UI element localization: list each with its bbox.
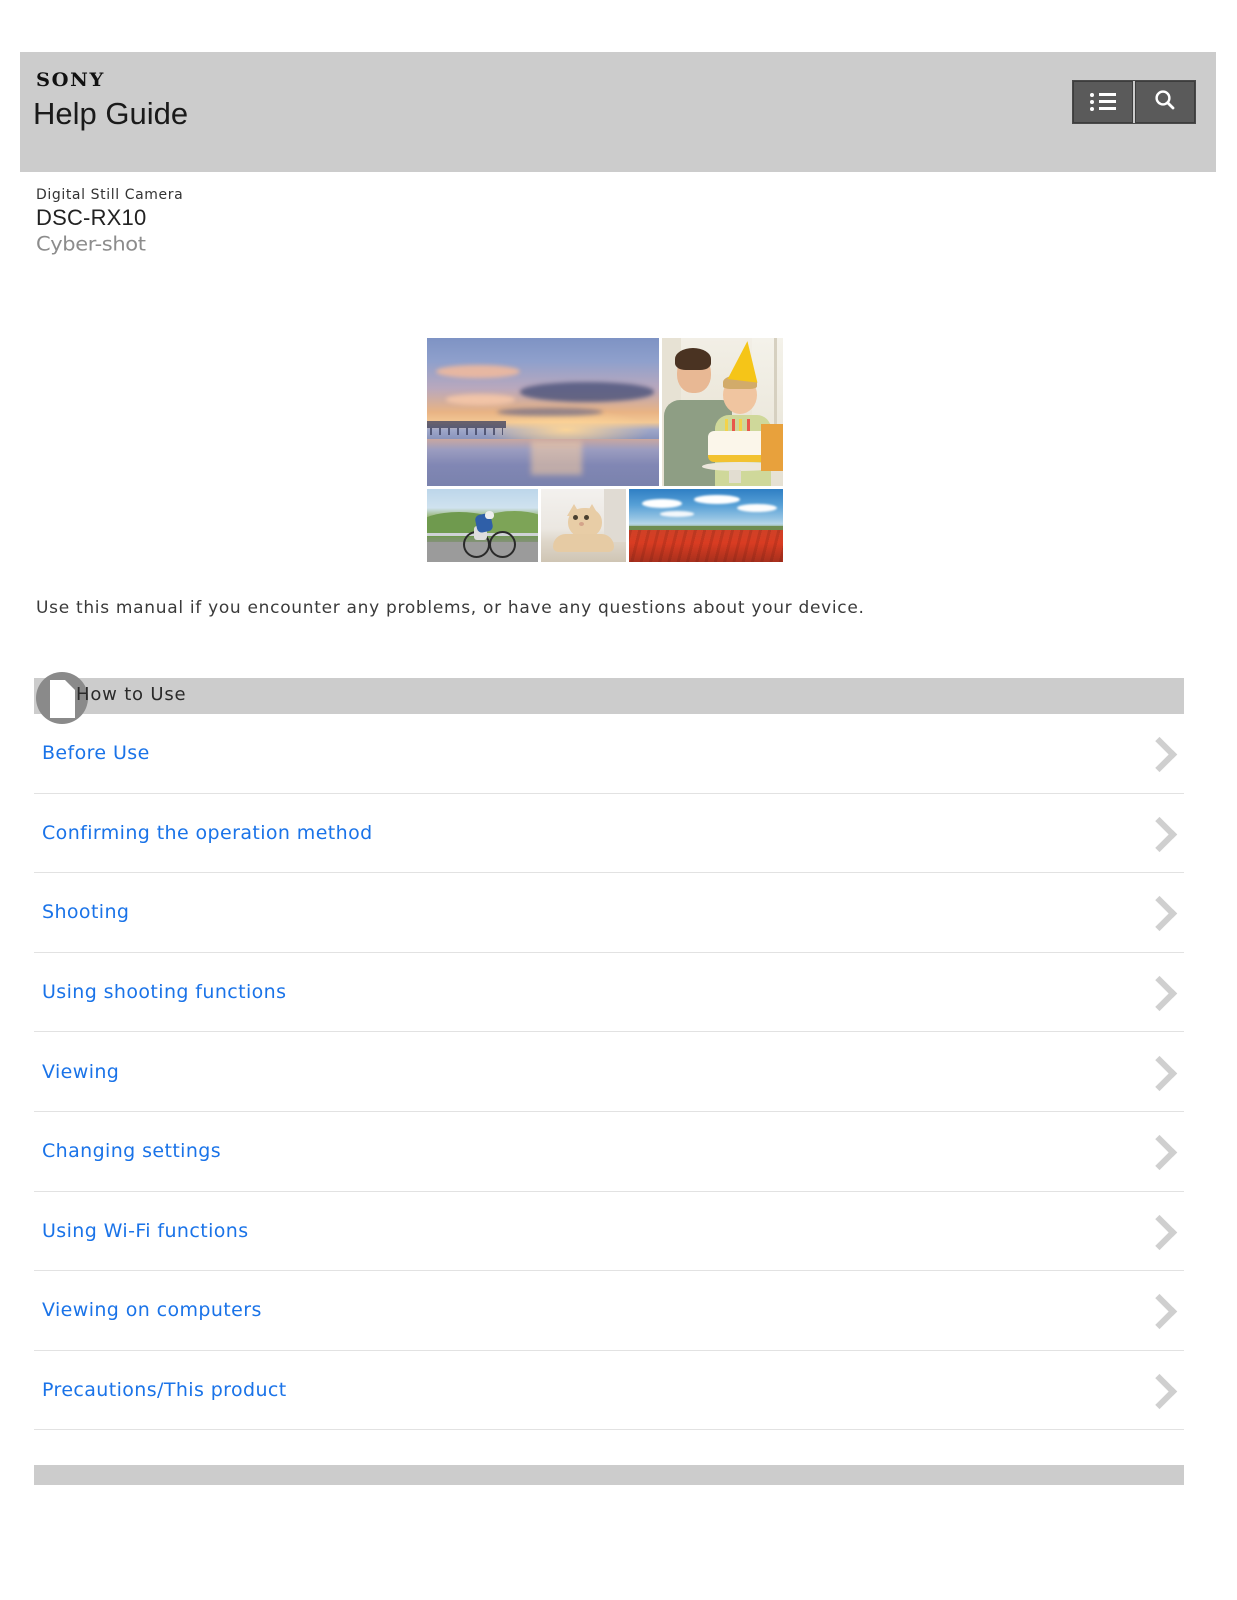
list-item-label[interactable]: Before Use [42, 742, 150, 764]
list-item[interactable]: Shooting [34, 873, 1184, 953]
chevron-right-icon [1141, 1214, 1178, 1251]
list-item-label[interactable]: Changing settings [42, 1140, 221, 1162]
birthday-party-photo [662, 338, 783, 486]
list-item-label[interactable]: Precautions/This product [42, 1379, 287, 1401]
list-icon [1090, 92, 1116, 112]
chevron-right-icon [1141, 816, 1178, 853]
list-item[interactable]: Changing settings [34, 1112, 1184, 1192]
product-category: Digital Still Camera [36, 187, 184, 203]
menu-button[interactable] [1073, 81, 1133, 123]
cyclist-photo [427, 489, 539, 562]
cyber-shot-logo: Cyber-shot [36, 232, 146, 255]
footer-bar [34, 1465, 1184, 1485]
list-item[interactable]: Confirming the operation method [34, 794, 1184, 874]
product-identification: Digital Still Camera DSC-RX10 Cyber-shot [36, 186, 183, 258]
chevron-right-icon [1141, 737, 1178, 773]
chevron-right-icon [1141, 1294, 1178, 1330]
list-item-label[interactable]: Shooting [42, 901, 129, 923]
hero-image-collage [427, 338, 783, 562]
list-item[interactable]: Precautions/This product [34, 1351, 1184, 1431]
chevron-right-icon [1141, 896, 1178, 932]
poppy-field-photo [629, 489, 783, 562]
how-to-use-bar [34, 678, 1184, 714]
chevron-right-icon [1141, 1055, 1178, 1091]
list-item[interactable]: Using shooting functions [34, 953, 1184, 1033]
list-item-label[interactable]: Viewing [42, 1061, 119, 1083]
list-item-label[interactable]: Confirming the operation method [42, 822, 373, 844]
chevron-right-icon [1141, 975, 1178, 1012]
section-title: How to Use [76, 684, 187, 705]
page-title: Help Guide [33, 96, 189, 131]
site-header: SONY Help Guide [20, 52, 1216, 172]
collage-row-bottom [427, 489, 783, 562]
product-model: DSC-RX10 [36, 205, 147, 230]
list-item[interactable]: Before Use [34, 714, 1184, 794]
list-item[interactable]: Viewing on computers [34, 1271, 1184, 1351]
search-icon [1153, 88, 1177, 116]
search-button[interactable] [1135, 81, 1195, 123]
list-item[interactable]: Using Wi-Fi functions [34, 1192, 1184, 1272]
how-to-use-link-list: Before Use Confirming the operation meth… [34, 714, 1184, 1431]
list-item-label[interactable]: Using shooting functions [42, 981, 286, 1003]
sunset-beach-photo [427, 338, 659, 486]
sony-logo: SONY [36, 69, 105, 91]
header-button-group [1072, 80, 1196, 124]
cat-photo [541, 489, 627, 562]
list-item-label[interactable]: Using Wi-Fi functions [42, 1220, 249, 1242]
list-item-label[interactable]: Viewing on computers [42, 1299, 262, 1321]
collage-row-top [427, 338, 783, 486]
list-item[interactable]: Viewing [34, 1032, 1184, 1112]
chevron-right-icon [1141, 1135, 1178, 1171]
intro-text: Use this manual if you encounter any pro… [36, 598, 865, 618]
chevron-right-icon [1141, 1373, 1178, 1410]
